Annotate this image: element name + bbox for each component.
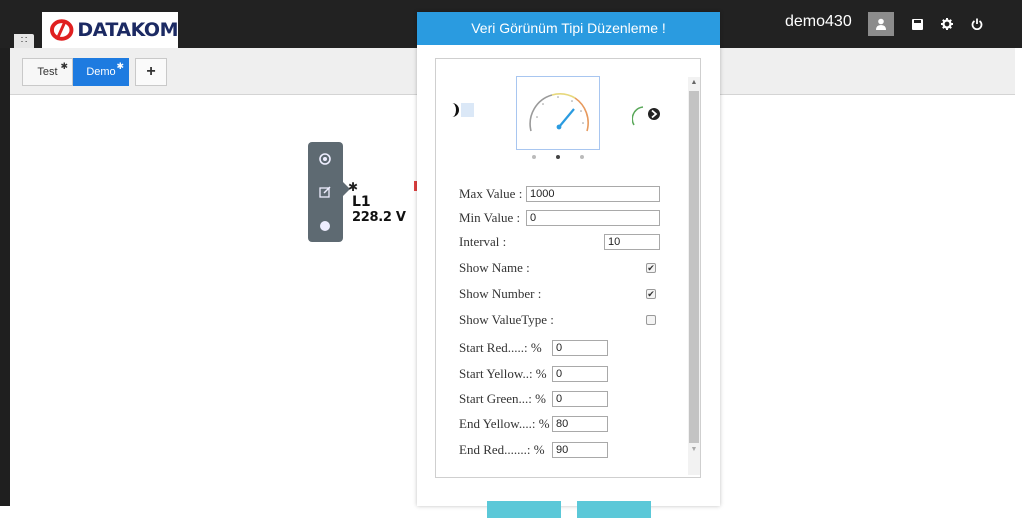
logo-text: DATAKOM	[77, 19, 178, 41]
username: demo430	[785, 13, 852, 30]
min-value-label: Min Value :	[459, 210, 521, 225]
settings-scroll-area: ▲ ▼ Max Value : 1000 Min Value : 0 Inter…	[435, 58, 701, 478]
save-button[interactable]	[904, 12, 930, 36]
widget-name: L1	[352, 194, 371, 210]
start-green-input[interactable]: 0	[552, 391, 608, 407]
apps-grid-icon[interactable]: ∷	[14, 34, 34, 48]
end-yellow-row: End Yellow....: %	[459, 415, 550, 433]
show-number-checkbox[interactable]: ✔	[646, 289, 656, 299]
datakom-logo-icon	[50, 19, 74, 41]
end-red-label: End Red.......: %	[459, 442, 545, 457]
show-number-row: Show Number :	[459, 285, 541, 303]
next-gauge-icon[interactable]	[632, 101, 662, 131]
start-red-label: Start Red.....: %	[459, 340, 542, 355]
save-icon	[911, 18, 923, 30]
modal-title: Veri Görünüm Tipi Düzenleme !	[417, 12, 720, 45]
carousel-dots	[530, 155, 590, 161]
circle-icon[interactable]	[317, 218, 333, 234]
scroll-down-arrow-icon[interactable]: ▼	[688, 444, 700, 456]
max-value-input[interactable]: 1000	[526, 186, 660, 202]
add-tab-button[interactable]: +	[135, 58, 167, 86]
show-name-checkbox[interactable]: ✔	[646, 263, 656, 273]
gauge-option-selected[interactable]	[516, 76, 600, 150]
gear-icon[interactable]: ✱	[60, 61, 68, 72]
start-yellow-input[interactable]: 0	[552, 366, 608, 382]
scrollbar-thumb[interactable]	[689, 91, 699, 443]
gauge-icon[interactable]	[317, 151, 333, 167]
tab-test[interactable]: Test ✱	[22, 58, 73, 86]
start-green-row: Start Green...: %	[459, 390, 546, 408]
end-yellow-label: End Yellow....: %	[459, 416, 550, 431]
user-button[interactable]	[868, 12, 894, 36]
tab-label: Demo	[86, 66, 116, 78]
show-valuetype-checkbox[interactable]	[646, 315, 656, 325]
left-edge	[0, 48, 10, 506]
end-yellow-input[interactable]: 80	[552, 416, 608, 432]
min-value-input[interactable]: 0	[526, 210, 660, 226]
gauge-icon	[529, 93, 589, 132]
gear-icon[interactable]: ✱	[116, 61, 124, 72]
start-yellow-row: Start Yellow..: %	[459, 365, 547, 383]
gear-icon[interactable]: ✱	[348, 180, 358, 194]
edit-view-type-modal: Veri Görünüm Tipi Düzenleme ! ▲ ▼ Max Va…	[417, 12, 720, 518]
plus-icon: +	[146, 63, 156, 80]
widget-toolbar	[308, 142, 343, 242]
start-red-input[interactable]: 0	[552, 340, 608, 356]
user-icon	[876, 18, 886, 30]
interval-row: Interval :	[459, 233, 506, 251]
carousel-dot-active[interactable]	[556, 155, 560, 159]
carousel-dot[interactable]	[532, 155, 536, 159]
gear-icon	[941, 18, 953, 30]
power-icon	[971, 18, 983, 30]
min-value-row: Min Value :	[459, 209, 520, 227]
tab-label: Test	[37, 66, 58, 78]
cancel-button[interactable]	[577, 501, 651, 518]
logo: DATAKOM	[42, 12, 178, 48]
show-name-label: Show Name :	[459, 260, 530, 275]
right-edge	[1015, 35, 1022, 48]
carousel-dot[interactable]	[580, 155, 584, 159]
max-value-row: Max Value :	[459, 185, 522, 203]
max-value-label: Max Value :	[459, 186, 523, 201]
start-green-label: Start Green...: %	[459, 391, 547, 406]
start-red-row: Start Red.....: %	[459, 339, 542, 357]
interval-input[interactable]: 10	[604, 234, 660, 250]
show-valuetype-row: Show ValueType :	[459, 311, 554, 329]
show-number-label: Show Number :	[459, 286, 542, 301]
end-red-input[interactable]: 90	[552, 442, 608, 458]
tab-demo[interactable]: Demo ✱	[73, 58, 129, 86]
logout-button[interactable]	[964, 12, 990, 36]
settings-button[interactable]	[934, 12, 960, 36]
widget-value: 228.2 V	[352, 210, 406, 225]
edit-icon[interactable]	[317, 184, 333, 200]
interval-label: Interval :	[459, 234, 507, 249]
show-valuetype-label: Show ValueType :	[459, 312, 554, 327]
show-name-row: Show Name :	[459, 259, 530, 277]
previous-gauge-icon[interactable]	[451, 101, 477, 119]
end-red-row: End Red.......: %	[459, 441, 545, 459]
start-yellow-label: Start Yellow..: %	[459, 366, 547, 381]
scroll-up-arrow-icon[interactable]: ▲	[688, 77, 700, 89]
save-button[interactable]	[487, 501, 561, 518]
